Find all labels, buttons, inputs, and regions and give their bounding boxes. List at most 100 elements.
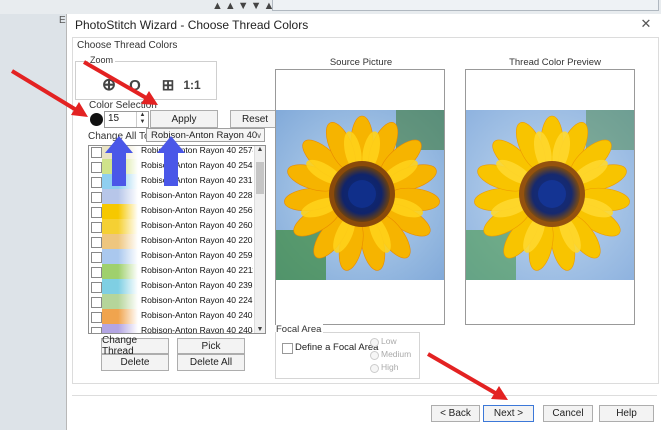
cancel-button[interactable]: Cancel: [543, 405, 593, 422]
thread-list-item[interactable]: Robison-Anton Rayon 40 2574 As: [89, 145, 255, 159]
background-app-sidebar: [0, 14, 66, 430]
thread-list[interactable]: Robison-Anton Rayon 40 2574 As Robison-An…: [88, 145, 266, 334]
background-app-panel: [272, 0, 659, 11]
photostitch-wizard-dialog: PhotoStitch Wizard - Choose Thread Color…: [66, 14, 661, 430]
thread-name: Robison-Anton Rayon 40 2393 Se: [141, 280, 253, 290]
change-all-value: Robison-Anton Rayon 40: [151, 130, 258, 141]
thread-color-swatch: [102, 219, 138, 234]
thread-checkbox[interactable]: [91, 147, 102, 158]
thread-list-item[interactable]: Robison-Anton Rayon 40 2598 Blu: [89, 249, 255, 264]
thread-name: Robison-Anton Rayon 40 2313 Sp: [141, 175, 253, 185]
thread-checkbox[interactable]: [91, 327, 102, 333]
dialog-title: PhotoStitch Wizard - Choose Thread Color…: [75, 18, 309, 32]
thread-list-item[interactable]: Robison-Anton Rayon 40 2547 Pe: [89, 159, 255, 174]
thread-list-item[interactable]: Robison-Anton Rayon 40 2401 As: [89, 309, 255, 324]
focal-low-radio[interactable]: [370, 338, 379, 347]
thread-checkbox[interactable]: [91, 252, 102, 263]
zoom-in-icon[interactable]: ⊕: [98, 74, 120, 96]
thread-color-swatch: [102, 279, 138, 294]
sunflower-image: [276, 110, 444, 280]
thread-name: Robison-Anton Rayon 40 2574 As: [141, 145, 253, 155]
back-button[interactable]: < Back: [431, 405, 480, 422]
group-label: Choose Thread Colors: [77, 40, 178, 51]
thread-checkbox[interactable]: [91, 312, 102, 323]
thread-list-item[interactable]: Robison-Anton Rayon 40 2560 Mc: [89, 204, 255, 219]
thread-list-item[interactable]: Robison-Anton Rayon 40 2393 Se: [89, 279, 255, 294]
source-picture-label: Source Picture: [329, 57, 393, 68]
thread-checkbox[interactable]: [91, 162, 102, 173]
thread-name: Robison-Anton Rayon 40 2283 Pa: [141, 190, 253, 200]
thread-color-swatch: [102, 309, 138, 324]
thread-checkbox[interactable]: [91, 177, 102, 188]
focal-low-label: Low: [381, 336, 397, 346]
thread-color-swatch: [102, 264, 138, 279]
next-button[interactable]: Next >: [483, 405, 534, 422]
list-scrollbar[interactable]: ▲ ▼: [254, 146, 265, 333]
focal-high-label: High: [381, 362, 399, 372]
background-toolbar-icons: ▲▲▼▼▲: [212, 0, 277, 12]
focal-medium-label: Medium: [381, 349, 412, 359]
thread-list-item[interactable]: Robison-Anton Rayon 40 2241 Pal: [89, 294, 255, 309]
stepper-arrows-icon[interactable]: ▲ ▼: [136, 112, 148, 127]
thread-list-item[interactable]: Robison-Anton Rayon 40 2283 Pa: [89, 189, 255, 204]
close-icon[interactable]: ✕: [638, 16, 654, 32]
thread-checkbox[interactable]: [91, 267, 102, 278]
thread-name: Robison-Anton Rayon 40 2598 Blu: [141, 250, 253, 260]
thread-color-swatch: [102, 159, 138, 174]
thread-list-item[interactable]: Robison-Anton Rayon 40 2203 Go: [89, 234, 255, 249]
palette-icon: [90, 113, 103, 126]
thread-checkbox[interactable]: [91, 282, 102, 293]
thread-checkbox[interactable]: [91, 222, 102, 233]
thread-name: Robison-Anton Rayon 40 2211 Nil: [141, 265, 253, 275]
thread-name: Robison-Anton Rayon 40 2547 Pe: [141, 160, 253, 170]
thread-checkbox[interactable]: [91, 297, 102, 308]
zoom-out-icon[interactable]: Q: [124, 74, 146, 96]
pick-button[interactable]: Pick: [177, 338, 245, 354]
thread-color-swatch: [102, 234, 138, 249]
thread-checkbox[interactable]: [91, 207, 102, 218]
thread-color-swatch: [102, 324, 138, 333]
thread-color-preview: [465, 69, 635, 325]
color-selection-label: Color Selection: [89, 100, 157, 111]
source-picture: [275, 69, 445, 325]
scroll-down-icon[interactable]: ▼: [255, 326, 265, 333]
focal-high-radio[interactable]: [370, 364, 379, 373]
thread-preview-label: Thread Color Preview: [509, 57, 601, 68]
apply-button[interactable]: Apply: [150, 110, 218, 128]
zoom-label: Zoom: [88, 55, 116, 65]
thread-list-item[interactable]: Robison-Anton Rayon 40 2211 Nil: [89, 264, 255, 279]
color-count-stepper[interactable]: 15 ▲ ▼: [104, 111, 149, 128]
thread-list-item[interactable]: Robison-Anton Rayon 40 2404 Cir: [89, 324, 255, 333]
thread-color-swatch: [102, 249, 138, 264]
chevron-down-icon[interactable]: ∨: [256, 129, 262, 143]
scrollbar-thumb[interactable]: [256, 162, 264, 194]
thread-list-item[interactable]: Robison-Anton Rayon 40 2606 TH: [89, 219, 255, 234]
thread-color-swatch: [102, 189, 138, 204]
thread-name: Robison-Anton Rayon 40 2203 Go: [141, 235, 253, 245]
delete-all-button[interactable]: Delete All: [177, 354, 245, 371]
thread-color-swatch: [102, 146, 138, 159]
actual-size-icon[interactable]: 1:1: [181, 74, 203, 96]
change-all-select[interactable]: Robison-Anton Rayon 40 ∨: [146, 128, 265, 142]
thread-color-swatch: [102, 294, 138, 309]
sunflower-preview-image: [466, 110, 634, 280]
thread-checkbox[interactable]: [91, 237, 102, 248]
focal-medium-radio[interactable]: [370, 351, 379, 360]
help-button[interactable]: Help: [599, 405, 654, 422]
fit-to-window-icon[interactable]: ⊞: [157, 74, 179, 96]
thread-color-swatch: [102, 204, 138, 219]
background-app-label: E: [59, 15, 66, 26]
delete-button[interactable]: Delete: [101, 354, 169, 371]
thread-list-item[interactable]: Robison-Anton Rayon 40 2313 Sp: [89, 174, 255, 189]
thread-name: Robison-Anton Rayon 40 2401 As: [141, 310, 253, 320]
footer-divider: [72, 395, 657, 396]
define-focal-area-label[interactable]: Define a Focal Area: [295, 342, 378, 353]
define-focal-area-checkbox[interactable]: [282, 343, 293, 354]
change-thread-button[interactable]: Change Thread: [101, 335, 169, 357]
reset-button[interactable]: Reset: [230, 110, 280, 128]
focal-area-label: Focal Area: [276, 324, 324, 335]
thread-checkbox[interactable]: [91, 192, 102, 203]
scroll-up-icon[interactable]: ▲: [255, 146, 265, 153]
color-count-value[interactable]: 15: [108, 113, 119, 124]
change-all-label: Change All To: [88, 131, 150, 142]
